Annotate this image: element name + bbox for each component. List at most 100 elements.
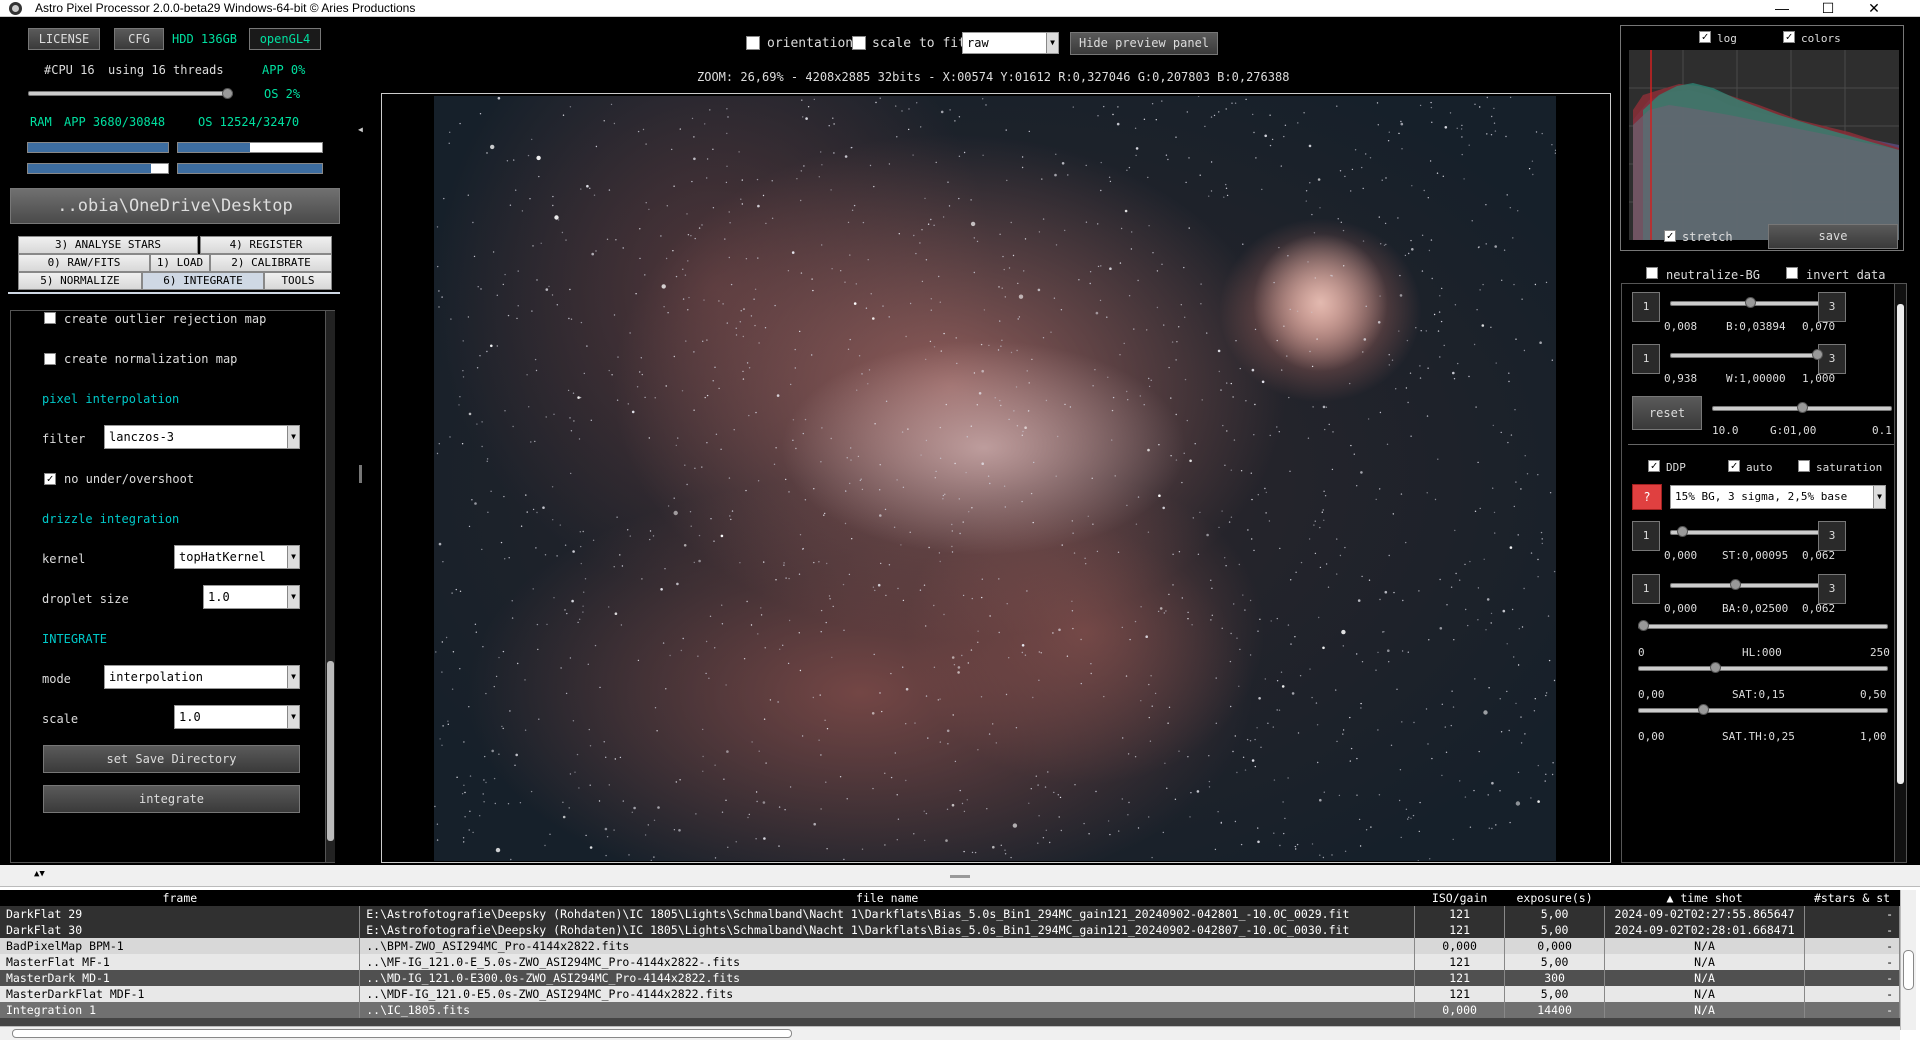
table-row[interactable]: BadPixelMap BPM-1 ..\BPM-ZWO_ASI294MC_Pro… — [0, 938, 1900, 954]
tab-register[interactable]: 4) REGISTER — [200, 236, 332, 254]
right-panel-scrollbar-thumb[interactable] — [1897, 304, 1904, 784]
table-cell: 2024-09-02T02:28:01.668471 — [1604, 922, 1806, 938]
table-vertical-scrollbar[interactable] — [1900, 890, 1916, 1030]
droplet-size-dropdown[interactable]: 1.0 ▼ — [203, 585, 300, 609]
w-slider[interactable] — [1670, 353, 1830, 358]
settings-scrollbar[interactable] — [325, 311, 335, 862]
colors-checkbox[interactable]: ✓ — [1783, 31, 1795, 43]
stretch-checkbox[interactable]: ✓ — [1664, 230, 1676, 242]
w-step-3-button[interactable]: 3 — [1818, 344, 1846, 374]
norm-map-checkbox[interactable] — [44, 353, 56, 365]
minimize-button[interactable]: — — [1759, 0, 1805, 17]
auto-checkbox[interactable]: ✓ — [1728, 460, 1740, 472]
sat-slider[interactable] — [1638, 666, 1888, 671]
help-button[interactable]: ? — [1632, 484, 1662, 510]
image-viewer[interactable] — [381, 93, 1611, 863]
table-row[interactable]: DarkFlat 30 E:\Astrofotografie\Deepsky (R… — [0, 922, 1900, 938]
outlier-map-checkbox[interactable] — [44, 312, 56, 324]
slider-knob[interactable] — [1709, 662, 1721, 673]
tab-tools[interactable]: TOOLS — [264, 272, 332, 290]
slider-knob[interactable] — [1729, 579, 1741, 590]
slider-knob[interactable] — [1697, 704, 1709, 715]
mode-dropdown[interactable]: interpolation ▼ — [104, 665, 300, 689]
set-save-directory-button[interactable]: set Save Directory — [43, 745, 300, 773]
saturation-checkbox[interactable] — [1798, 460, 1810, 472]
orientation-checkbox[interactable] — [746, 36, 760, 50]
table-row[interactable]: Integration 1 ..\IC_1805.fits 0,000 14400 N/… — [0, 1002, 1900, 1018]
opengl-button[interactable]: openGL4 — [249, 28, 321, 50]
tab-integrate[interactable]: 6) INTEGRATE — [142, 272, 264, 290]
sat-threshold-slider[interactable] — [1638, 708, 1888, 713]
save-button[interactable]: save — [1768, 224, 1898, 249]
cfg-button[interactable]: CFG — [114, 28, 164, 50]
hide-preview-button[interactable]: Hide preview panel — [1070, 32, 1218, 55]
star — [474, 623, 477, 625]
table-row[interactable]: DarkFlat 29 E:\Astrofotografie\Deepsky (R… — [0, 906, 1900, 922]
b-step-3-button[interactable]: 3 — [1818, 292, 1846, 322]
st-step-1-button[interactable]: 1 — [1632, 521, 1660, 551]
maximize-button[interactable]: ☐ — [1805, 0, 1851, 17]
star — [1554, 152, 1556, 154]
stretch-preset-dropdown[interactable]: 15% BG, 3 sigma, 2,5% base ▼ — [1670, 485, 1886, 509]
column-header-time-shot[interactable]: ▲ time shot — [1605, 890, 1805, 906]
split-handle[interactable] — [950, 875, 970, 878]
star — [451, 592, 453, 594]
ba-step-1-button[interactable]: 1 — [1632, 574, 1660, 604]
thread-slider[interactable] — [28, 91, 233, 96]
invert-data-checkbox[interactable] — [1786, 267, 1798, 279]
ba-slider[interactable] — [1670, 583, 1830, 588]
tab-calibrate[interactable]: 2) CALIBRATE — [210, 254, 332, 272]
tab-normalize[interactable]: 5) NORMALIZE — [18, 272, 142, 290]
reset-button[interactable]: reset — [1632, 396, 1702, 430]
sort-arrows-icon[interactable]: ▲▼ — [34, 869, 45, 879]
slider-knob[interactable] — [1677, 526, 1689, 537]
collapse-arrow-icon[interactable]: ◀ — [358, 125, 363, 134]
st-step-3-button[interactable]: 3 — [1818, 521, 1846, 551]
thread-slider-knob[interactable] — [222, 88, 233, 99]
ba-step-3-button[interactable]: 3 — [1818, 574, 1846, 604]
slider-knob[interactable] — [1638, 620, 1649, 631]
neutralize-bg-checkbox[interactable] — [1646, 267, 1658, 279]
table-vscroll-thumb[interactable] — [1903, 950, 1914, 990]
st-slider[interactable] — [1670, 530, 1830, 535]
tab-analyse-stars[interactable]: 3) ANALYSE STARS — [18, 236, 198, 254]
column-header-file-name[interactable]: file name — [360, 890, 1415, 906]
slider-knob[interactable] — [1811, 349, 1823, 360]
filter-dropdown[interactable]: lanczos-3 ▼ — [104, 425, 300, 449]
settings-scrollbar-thumb[interactable] — [327, 661, 334, 841]
slider-knob[interactable] — [1796, 402, 1808, 413]
column-header-frame[interactable]: frame — [0, 890, 360, 906]
license-button[interactable]: LICENSE — [28, 28, 100, 50]
star — [859, 479, 861, 482]
working-directory-button[interactable]: ..obia\OneDrive\Desktop — [10, 188, 340, 224]
tab-raw-fits[interactable]: 0) RAW/FITS — [18, 254, 150, 272]
column-header-exposure[interactable]: exposure(s) — [1505, 890, 1605, 906]
display-mode-dropdown[interactable]: raw ▼ — [962, 32, 1059, 54]
column-header-stars[interactable]: #stars & st — [1805, 890, 1900, 906]
scale-dropdown[interactable]: 1.0 ▼ — [174, 705, 300, 729]
panel-splitter[interactable]: ◀ — [354, 95, 368, 865]
table-hscroll-thumb[interactable] — [12, 1029, 792, 1038]
right-panel-scrollbar[interactable] — [1894, 284, 1906, 862]
tab-load[interactable]: 1) LOAD — [150, 254, 210, 272]
table-cell: ..\MD-IG_121.0-E300.0s-ZWO_ASI294MC_Pro-… — [359, 970, 1416, 986]
ddp-checkbox[interactable]: ✓ — [1648, 460, 1660, 472]
heart-nebula-image[interactable] — [434, 96, 1556, 861]
splitter-handle[interactable] — [359, 465, 362, 483]
scale-to-fit-checkbox[interactable] — [852, 36, 866, 50]
no-overshoot-checkbox[interactable]: ✓ — [44, 473, 56, 485]
kernel-dropdown[interactable]: topHatKernel ▼ — [174, 545, 300, 569]
table-row[interactable]: MasterDarkFlat MDF-1 ..\MDF-IG_121.0-E5.0… — [0, 986, 1900, 1002]
filter-label: filter — [42, 432, 86, 446]
column-header-iso[interactable]: ISO/gain — [1415, 890, 1505, 906]
b-step-1-button[interactable]: 1 — [1632, 292, 1660, 322]
table-row[interactable]: MasterDark MD-1 ..\MD-IG_121.0-E300.0s-ZW… — [0, 970, 1900, 986]
slider-knob[interactable] — [1744, 297, 1756, 308]
table-horizontal-scrollbar[interactable] — [0, 1026, 1900, 1040]
table-row[interactable]: MasterFlat MF-1 ..\MF-IG_121.0-E_5.0s-ZWO… — [0, 954, 1900, 970]
integrate-button[interactable]: integrate — [43, 785, 300, 813]
hl-slider[interactable] — [1638, 624, 1888, 629]
log-checkbox[interactable]: ✓ — [1699, 31, 1711, 43]
w-step-1-button[interactable]: 1 — [1632, 344, 1660, 374]
close-button[interactable]: ✕ — [1851, 0, 1897, 17]
